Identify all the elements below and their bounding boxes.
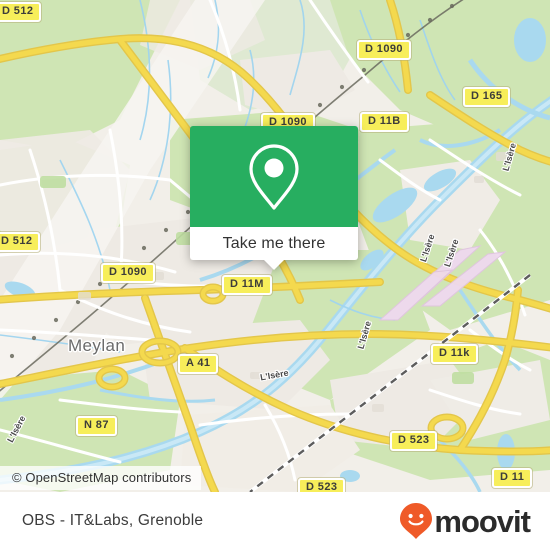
road-shield[interactable]: D 512 (0, 232, 41, 252)
map-canvas[interactable]: Meylan L'Isère L'Isère L'Isère L'Isère L… (0, 0, 550, 492)
road-shield[interactable]: D 11B (360, 112, 409, 132)
road-shield[interactable]: D 11k (431, 344, 478, 364)
popup-tail (263, 259, 285, 270)
popup-cta-area[interactable]: Take me there (190, 227, 358, 270)
place-label-meylan: Meylan (68, 336, 126, 355)
road-shield[interactable]: D 11M (222, 275, 272, 295)
road-shield[interactable]: D 165 (463, 87, 511, 107)
road-shield[interactable]: N 87 (76, 416, 117, 436)
road-shield[interactable]: A 41 (178, 354, 219, 374)
location-popup[interactable]: Take me there (190, 126, 358, 270)
road-shield[interactable]: D 1090 (101, 263, 155, 283)
take-me-there-label: Take me there (222, 234, 326, 252)
moovit-pin-icon (400, 503, 433, 539)
osm-attribution[interactable]: © OpenStreetMap contributors (0, 466, 202, 490)
moovit-wordmark: moovit (434, 503, 531, 539)
place-title: OBS - IT&Labs, Grenoble (22, 512, 204, 529)
moovit-logo[interactable]: moovit (399, 502, 531, 540)
road-shield[interactable]: D 1090 (357, 40, 411, 60)
map-screenshot: Meylan L'Isère L'Isère L'Isère L'Isère L… (0, 0, 550, 550)
popup-icon-area (190, 126, 358, 227)
road-shield[interactable]: D 512 (0, 2, 42, 22)
road-shield[interactable]: D 11 (492, 468, 533, 488)
location-pin-icon (249, 143, 299, 210)
road-shield[interactable]: D 523 (298, 478, 346, 492)
footer-bar: OBS - IT&Labs, Grenoble moovit (0, 492, 550, 550)
road-shield[interactable]: D 523 (390, 431, 438, 451)
